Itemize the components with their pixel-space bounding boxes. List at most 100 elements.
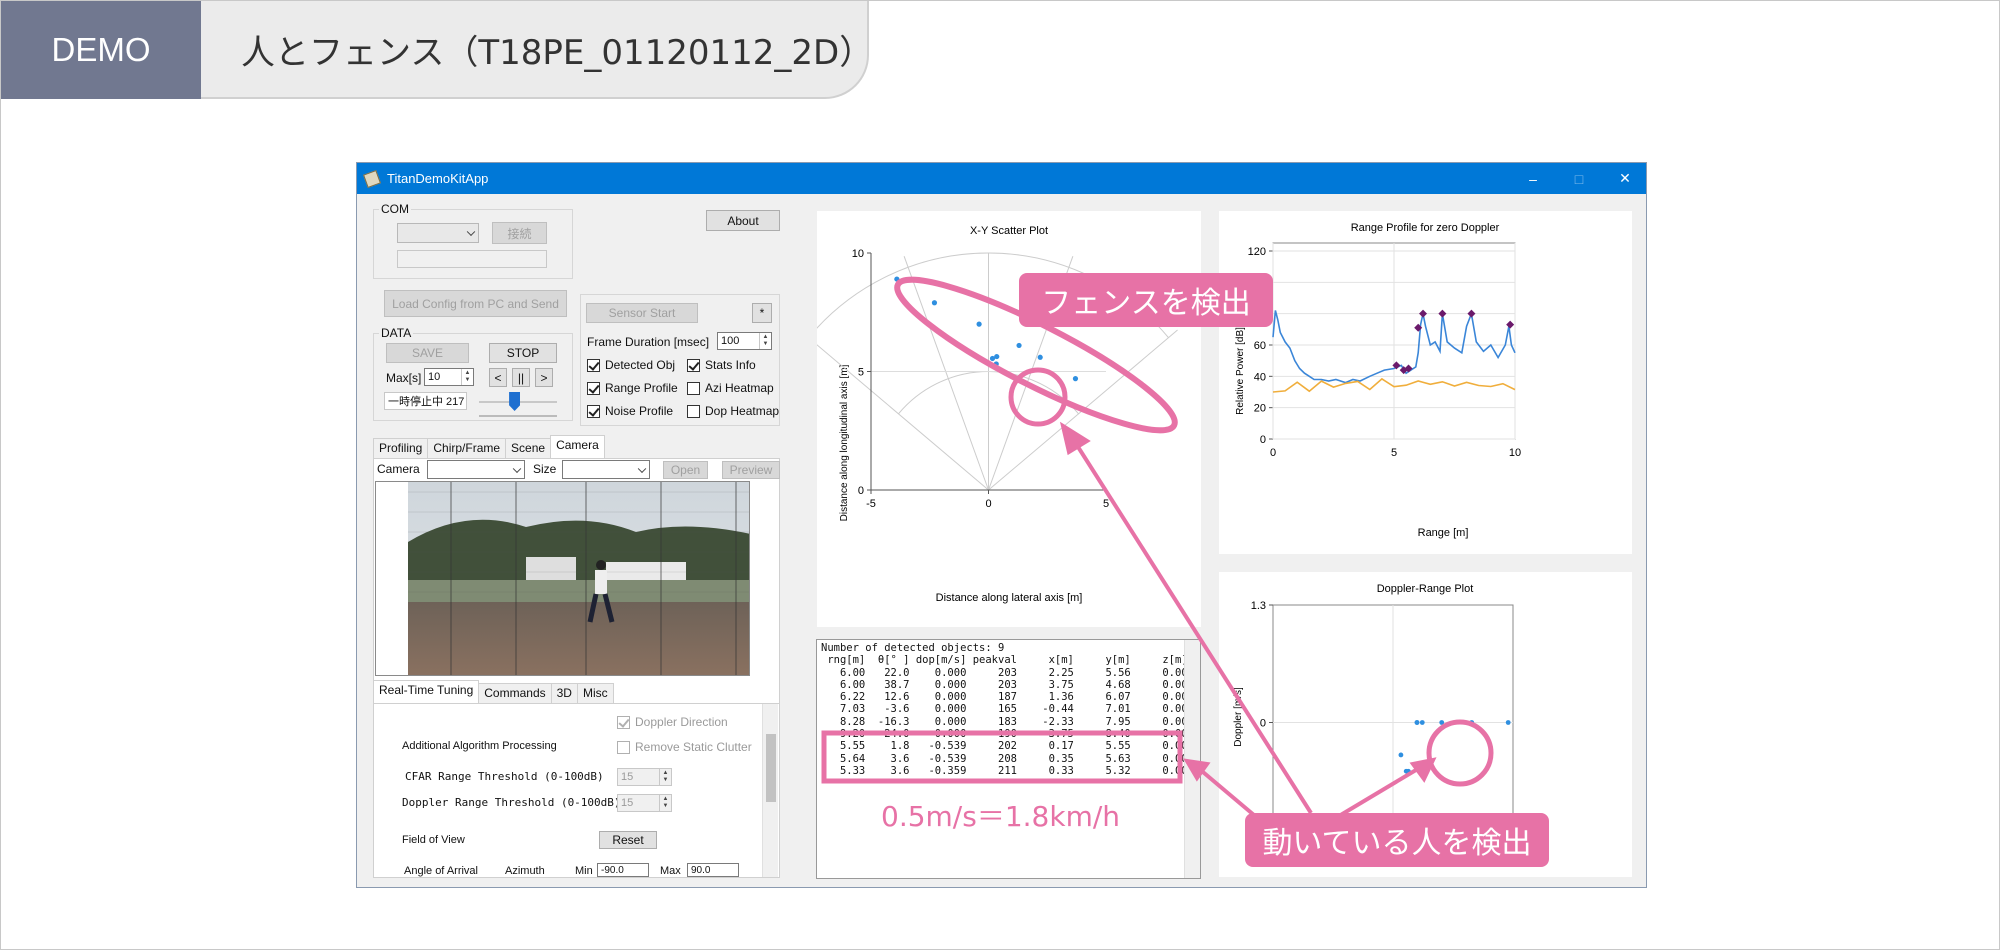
max-seconds-spinner[interactable]: ▲ ▼ (461, 369, 473, 385)
scatter-point (1037, 354, 1043, 360)
azimuth-max-value: 90.0 (691, 864, 711, 876)
console-header-line: Number of detected objects: 9 (821, 642, 1005, 654)
fence-callout: フェンスを検出 (1019, 273, 1273, 327)
scatter-point (993, 361, 999, 367)
fov-label: Field of View (402, 834, 465, 846)
console-row: 6.22 12.6 0.000 187 1.36 6.07 0.00 (821, 691, 1188, 704)
com-group (373, 209, 573, 279)
pause-button[interactable]: || (512, 368, 530, 387)
tuning-tabs: Real-Time Tuning Commands 3D Misc (373, 680, 614, 703)
star-button[interactable]: * (752, 303, 772, 323)
tab-3d[interactable]: 3D (550, 683, 578, 703)
cfar-input[interactable]: 15 ▲ ▼ (617, 768, 672, 786)
scatter-title: X-Y Scatter Plot (970, 225, 1048, 237)
console-row: 6.00 38.7 0.000 203 3.75 4.68 0.00 (821, 678, 1188, 691)
checkbox-box[interactable] (687, 358, 700, 372)
tuning-scroll-thumb[interactable] (766, 734, 776, 802)
preview-button[interactable]: Preview (722, 461, 780, 479)
camera-label: Camera (377, 462, 420, 476)
com-group-label: COM (379, 202, 411, 216)
checkbox-noise-profile[interactable]: Noise Profile (587, 404, 673, 418)
peak-marker (1467, 309, 1476, 318)
doppler-threshold-value: 15 (621, 797, 634, 809)
minimize-button[interactable]: – (1510, 163, 1556, 194)
additional-algo-label: Additional Algorithm Processing (402, 740, 557, 752)
tab-misc[interactable]: Misc (576, 683, 614, 703)
sensor-start-button[interactable]: Sensor Start (586, 303, 698, 323)
checkbox-box[interactable] (687, 404, 700, 418)
range-xlabel: Range [m] (1418, 527, 1469, 539)
tuning-scrollbar[interactable] (762, 704, 778, 877)
doppler-direction-label: Doppler Direction (635, 715, 728, 729)
checkbox-dop-heatmap[interactable]: Dop Heatmap (687, 404, 779, 418)
open-camera-button[interactable]: Open (663, 461, 708, 479)
azimuth-label: Azimuth (505, 865, 545, 877)
console-scrollbar[interactable] (1184, 640, 1200, 878)
connect-button[interactable]: 接続 (492, 222, 547, 244)
camera-select[interactable] (427, 460, 525, 479)
peak-marker (1506, 320, 1515, 329)
maximize-button[interactable]: □ (1556, 163, 1602, 194)
aoa-label: Angle of Arrival (404, 865, 478, 877)
prev-frame-button[interactable]: < (489, 368, 507, 387)
tab-real-time-tuning[interactable]: Real-Time Tuning (373, 680, 480, 703)
range-y-tick-label: 120 (1248, 246, 1266, 258)
console-row: 7.03 -3.6 0.000 165 -0.44 7.01 0.00 (821, 703, 1188, 716)
console-row: 5.55 1.8 -0.539 202 0.17 5.55 0.00 (821, 740, 1188, 753)
checkbox-label: Noise Profile (605, 404, 674, 418)
scatter-xlabel: Distance along lateral axis [m] (936, 592, 1083, 604)
azimuth-min-value: -90.0 (601, 864, 624, 876)
doppler-threshold-input[interactable]: 15 ▲ ▼ (617, 794, 672, 812)
remove-static-clutter-checkbox[interactable]: Remove Static Clutter (617, 740, 752, 754)
cfar-spinner[interactable]: ▲ ▼ (659, 769, 671, 785)
console-row: 9.20 -24.0 0.000 190 -3.75 8.40 0.00 (821, 728, 1188, 741)
doppler-direction-checkbox[interactable]: Doppler Direction (617, 715, 728, 729)
tab-scene[interactable]: Scene (505, 438, 552, 458)
doppler-threshold-spinner[interactable]: ▲ ▼ (659, 795, 671, 811)
range-y-tick-label: 40 (1254, 371, 1266, 383)
slide-title: 人とフェンス（T18PE_01120112_2D） (201, 1, 873, 99)
range-y-tick-label: 60 (1254, 340, 1266, 352)
size-select[interactable] (562, 460, 650, 479)
tab-profiling[interactable]: Profiling (373, 438, 429, 458)
detected-objects-console[interactable]: Number of detected objects: 9 rng[m] θ[°… (816, 639, 1201, 879)
checkbox-label: Dop Heatmap (705, 404, 780, 418)
checkbox-azi-heatmap[interactable]: Azi Heatmap (687, 381, 774, 395)
load-config-button[interactable]: Load Config from PC and Send (384, 290, 567, 317)
checkbox-box[interactable] (587, 404, 600, 418)
frame-slider-ticks (479, 415, 557, 417)
checkbox-box[interactable] (687, 381, 700, 395)
slide: DEMO 人とフェンス（T18PE_01120112_2D） TitanDemo… (0, 0, 2000, 950)
cfar-value: 15 (621, 771, 634, 783)
demo-tag: DEMO (1, 1, 201, 99)
tab-chirp-frame[interactable]: Chirp/Frame (427, 438, 507, 458)
max-seconds-input[interactable]: 10 ▲ ▼ (424, 368, 474, 386)
doppler-threshold-label: Doppler Range Threshold (0-100dB) (402, 796, 621, 809)
person-callout: 動いている人を検出 (1245, 813, 1549, 867)
next-frame-button[interactable]: > (535, 368, 553, 387)
frame-duration-spinner[interactable]: ▲ ▼ (759, 333, 771, 349)
azimuth-max-input[interactable]: 90.0 (687, 863, 739, 877)
scatter-y-tick-label: 5 (858, 367, 864, 379)
doppler-point (1405, 768, 1411, 774)
about-button[interactable]: About (706, 210, 780, 231)
doppler-point (1469, 720, 1475, 725)
reset-button[interactable]: Reset (599, 831, 657, 849)
checkbox-label: Stats Info (705, 358, 756, 372)
tab-commands[interactable]: Commands (478, 683, 552, 703)
frame-duration-input[interactable]: 100 ▲ ▼ (717, 332, 772, 350)
checkbox-box[interactable] (587, 358, 600, 372)
console-row: 8.28 -16.3 0.000 183 -2.33 7.95 0.00 (821, 715, 1188, 728)
close-button[interactable]: ✕ (1602, 163, 1648, 194)
checkbox-box[interactable] (587, 381, 600, 395)
azimuth-min-input[interactable]: -90.0 (597, 863, 649, 877)
save-button[interactable]: SAVE (386, 343, 469, 363)
peak-marker (1438, 309, 1447, 318)
checkbox-detected-obj[interactable]: Detected Obj (587, 358, 675, 372)
com-port-select[interactable] (397, 223, 479, 243)
doppler-point (1439, 720, 1445, 725)
stop-button[interactable]: STOP (489, 343, 557, 363)
checkbox-range-profile[interactable]: Range Profile (587, 381, 678, 395)
tab-camera[interactable]: Camera (550, 435, 605, 458)
checkbox-stats-info[interactable]: Stats Info (687, 358, 756, 372)
